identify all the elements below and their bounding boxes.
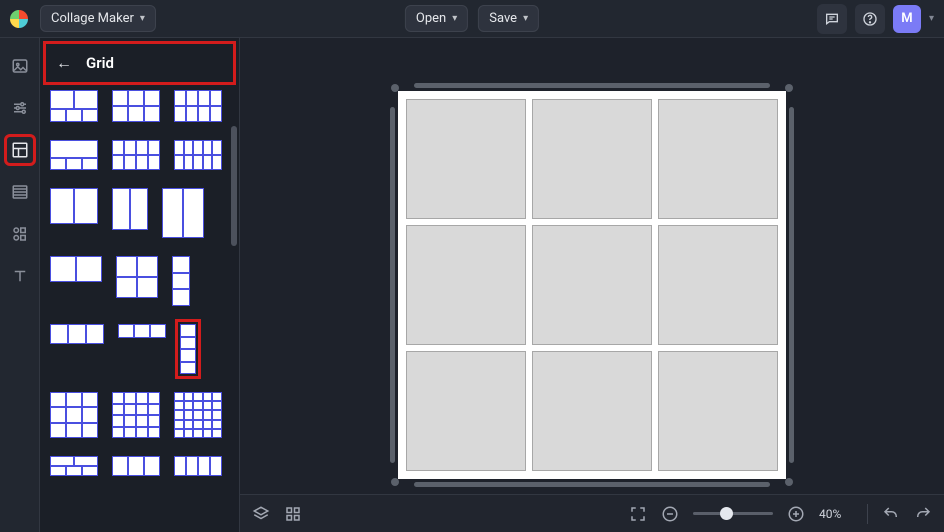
grid-template[interactable] — [50, 140, 98, 170]
grid-template[interactable] — [112, 90, 160, 122]
grid-template[interactable] — [172, 256, 190, 306]
zoom-in-icon[interactable] — [787, 505, 805, 523]
selection-corner-icon[interactable] — [785, 84, 793, 92]
top-bar: Collage Maker ▾ Open ▾ Save ▾ M ▾ — [0, 0, 944, 38]
top-right-actions: M ▾ — [817, 4, 934, 34]
divider — [867, 504, 868, 524]
feedback-button[interactable] — [817, 4, 847, 34]
canvas-selection-wrapper — [398, 91, 786, 479]
grid-template-list — [40, 86, 239, 532]
app-mode-dropdown[interactable]: Collage Maker ▾ — [40, 5, 156, 32]
chevron-down-icon: ▾ — [140, 13, 145, 24]
canvas-cell[interactable] — [658, 99, 778, 219]
canvas-cell[interactable] — [658, 351, 778, 471]
rail-layout-icon[interactable] — [6, 136, 34, 164]
app-mode-label: Collage Maker — [51, 11, 134, 26]
grid-template[interactable] — [112, 188, 148, 230]
grid-template-highlighted[interactable] — [180, 324, 196, 374]
grid-view-icon[interactable] — [284, 505, 302, 523]
rail-background-icon[interactable] — [6, 178, 34, 206]
selection-handle-bottom[interactable] — [414, 482, 770, 487]
grid-template[interactable] — [50, 324, 104, 344]
panel-scrollbar[interactable] — [231, 126, 237, 246]
grid-template[interactable] — [162, 188, 204, 238]
grid-template[interactable] — [50, 392, 98, 438]
avatar-initial: M — [901, 11, 912, 26]
selection-corner-icon[interactable] — [391, 478, 399, 486]
grid-template[interactable] — [50, 256, 102, 282]
panel-title: Grid — [86, 54, 114, 72]
app-logo-icon — [10, 10, 28, 28]
selection-handle-top[interactable] — [414, 83, 770, 88]
selection-handle-right[interactable] — [789, 107, 794, 463]
canvas-cell[interactable] — [532, 351, 652, 471]
canvas-cell[interactable] — [406, 351, 526, 471]
grid-template[interactable] — [118, 324, 166, 338]
rail-image-icon[interactable] — [6, 52, 34, 80]
grid-template[interactable] — [50, 188, 98, 224]
open-label: Open — [416, 11, 446, 26]
zoom-slider[interactable] — [693, 512, 773, 515]
grid-template[interactable] — [174, 392, 222, 438]
grid-template[interactable] — [50, 456, 98, 476]
canvas-cell[interactable] — [532, 225, 652, 345]
fit-screen-icon[interactable] — [629, 505, 647, 523]
grid-template[interactable] — [112, 140, 160, 170]
user-menu-chevron-icon[interactable]: ▾ — [929, 13, 934, 24]
left-rail — [0, 38, 40, 532]
chevron-down-icon: ▾ — [452, 13, 457, 24]
selection-corner-icon[interactable] — [785, 478, 793, 486]
rail-text-icon[interactable] — [6, 262, 34, 290]
main-area: ← Grid — [0, 38, 944, 532]
rail-adjust-icon[interactable] — [6, 94, 34, 122]
canvas-cell[interactable] — [532, 99, 652, 219]
collage-canvas[interactable] — [398, 91, 786, 479]
grid-template[interactable] — [112, 456, 160, 476]
rail-elements-icon[interactable] — [6, 220, 34, 248]
canvas-area: 40% — [240, 38, 944, 532]
chevron-down-icon: ▾ — [523, 13, 528, 24]
user-avatar[interactable]: M — [893, 5, 921, 33]
back-arrow-icon: ← — [56, 53, 72, 73]
grid-template[interactable] — [112, 392, 160, 438]
grid-panel: ← Grid — [40, 38, 240, 532]
open-button[interactable]: Open ▾ — [405, 5, 468, 32]
layers-icon[interactable] — [252, 505, 270, 523]
grid-template[interactable] — [50, 90, 98, 122]
grid-template[interactable] — [116, 256, 158, 298]
canvas-cell[interactable] — [406, 225, 526, 345]
panel-back-button[interactable]: ← Grid — [46, 44, 233, 82]
canvas-cell[interactable] — [658, 225, 778, 345]
grid-template[interactable] — [174, 456, 222, 476]
grid-template[interactable] — [174, 90, 222, 122]
zoom-level-label: 40% — [819, 507, 853, 521]
zoom-out-icon[interactable] — [661, 505, 679, 523]
save-label: Save — [489, 11, 517, 26]
zoom-slider-thumb[interactable] — [720, 507, 733, 520]
grid-template[interactable] — [174, 140, 222, 170]
canvas-cell[interactable] — [406, 99, 526, 219]
undo-icon[interactable] — [882, 505, 900, 523]
help-button[interactable] — [855, 4, 885, 34]
redo-icon[interactable] — [914, 505, 932, 523]
save-button[interactable]: Save ▾ — [478, 5, 539, 32]
top-center-actions: Open ▾ Save ▾ — [405, 5, 539, 32]
canvas-toolbar: 40% — [240, 494, 944, 532]
selection-handle-left[interactable] — [390, 107, 395, 463]
